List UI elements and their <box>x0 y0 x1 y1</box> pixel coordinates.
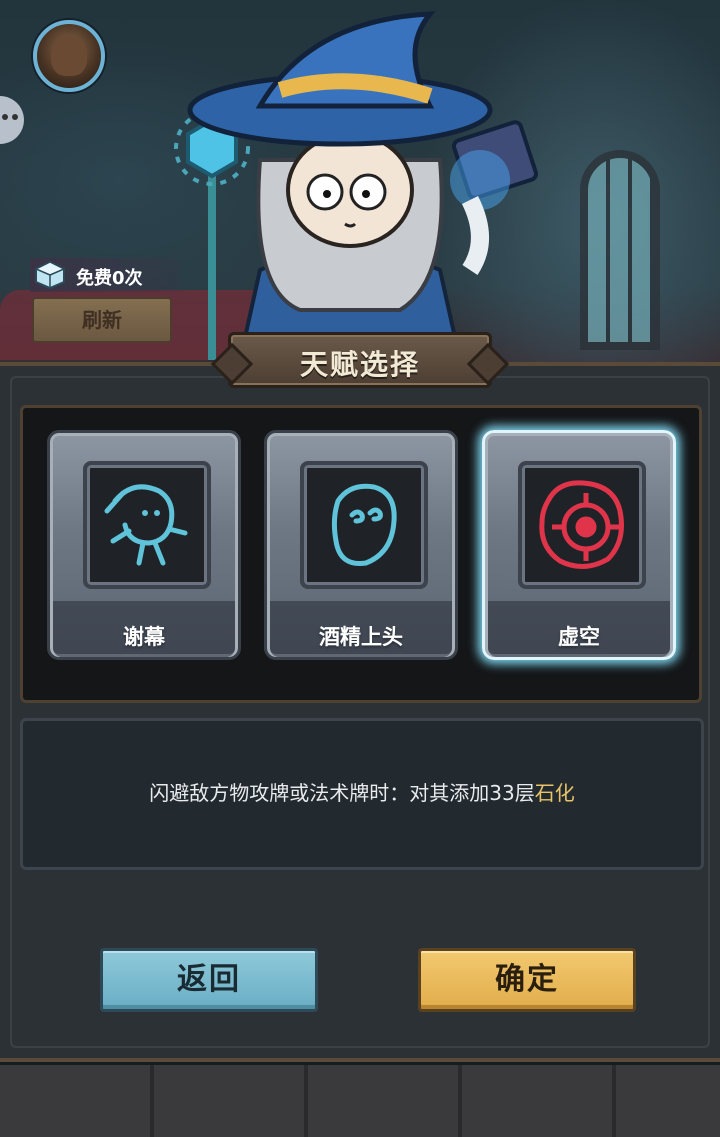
card-icon-frame <box>300 461 428 589</box>
back-button[interactable]: 返回 <box>100 948 318 1012</box>
free-refresh-counter: 免费0次 <box>30 258 180 292</box>
talent-card-label: 酒精上头 <box>319 625 403 649</box>
wizard-character <box>174 11 538 360</box>
talent-card-label: 谢幕 <box>123 625 165 649</box>
avatar-portrait <box>51 36 87 76</box>
talent-card-void[interactable]: 虚空 <box>482 430 676 660</box>
void-eye-icon <box>539 480 624 569</box>
panel-title-plate: 天赋选择 <box>228 332 492 388</box>
talent-card-xiemu[interactable]: 谢幕 <box>47 430 241 660</box>
chat-dot-icon <box>12 114 18 120</box>
card-icon-frame <box>518 461 646 589</box>
panel-title: 天赋选择 <box>299 348 420 381</box>
crystal-cube-icon <box>34 260 66 290</box>
talent-card-label: 虚空 <box>558 625 600 649</box>
background-floor <box>0 1065 720 1137</box>
hooded-figure-icon <box>104 484 188 566</box>
description-keyword[interactable]: 石化 <box>535 781 575 805</box>
refresh-button[interactable]: 刷新 <box>32 297 172 343</box>
card-icon-frame <box>83 461 211 589</box>
player-avatar[interactable] <box>33 20 105 92</box>
free-count-label: 免费0次 <box>76 268 143 289</box>
talent-description: 闪避敌方物攻牌或法术牌时：对其添加33层石化 <box>23 777 701 806</box>
description-text: 闪避敌方物攻牌或法术牌时：对其添加33层 <box>149 781 535 805</box>
chat-dot-icon <box>2 114 8 120</box>
dizzy-blob-icon <box>331 483 397 567</box>
background-window <box>580 150 660 350</box>
confirm-button[interactable]: 确定 <box>418 948 636 1012</box>
talent-card-drunk[interactable]: 酒精上头 <box>264 430 458 660</box>
talent-description-box: 闪避敌方物攻牌或法术牌时：对其添加33层石化 <box>20 718 704 870</box>
